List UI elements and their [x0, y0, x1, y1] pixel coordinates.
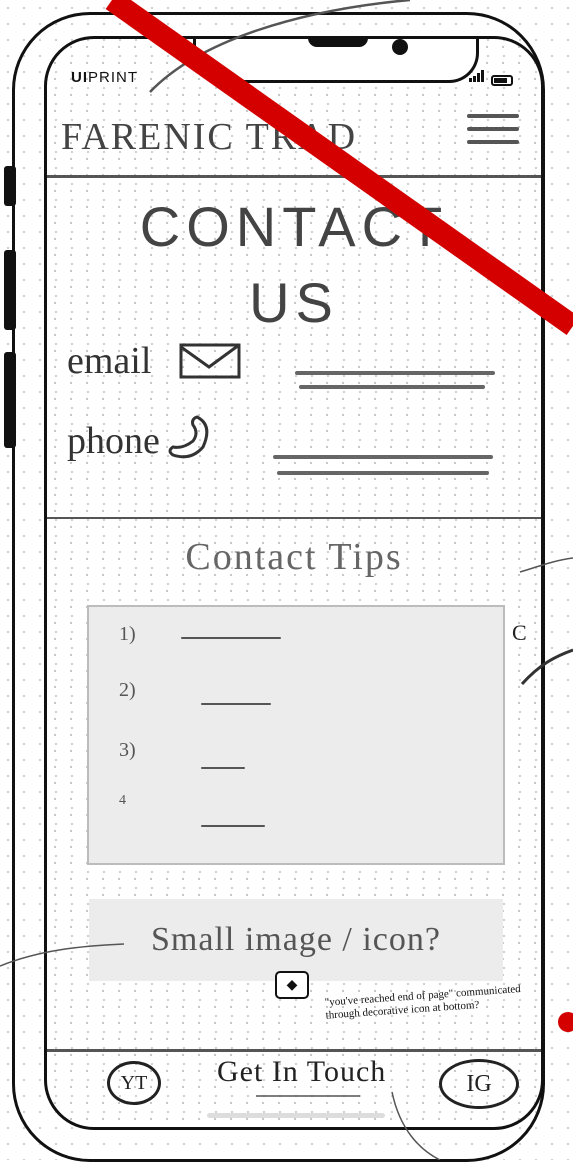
battery-icon — [491, 75, 513, 86]
brand-logo: UIPRINT — [71, 69, 138, 86]
tips-title: Contact Tips — [185, 536, 403, 578]
side-button-volume-down — [4, 352, 16, 448]
tips-list: 1) 2) 3) 4 — [87, 605, 505, 865]
small-image-placeholder: Small image / icon? — [89, 899, 503, 981]
email-label: email — [67, 340, 152, 382]
section-divider — [47, 517, 541, 519]
phone-icon — [168, 415, 209, 459]
hamburger-menu-icon[interactable] — [467, 105, 519, 161]
home-indicator — [207, 1113, 385, 1118]
tip-number: 1) — [119, 623, 136, 645]
tip-text-placeholder — [201, 767, 245, 769]
tip-text-placeholder — [201, 825, 265, 827]
phone-label: phone — [67, 420, 160, 462]
get-in-touch-link[interactable]: Get In Touch — [217, 1055, 386, 1089]
diamond-icon: ◆ — [275, 971, 309, 999]
signal-icon — [469, 67, 485, 86]
tip-number: 2) — [119, 679, 136, 701]
camera-icon — [392, 39, 408, 55]
margin-annotation-letter: C — [512, 620, 527, 645]
tip-text-placeholder — [201, 703, 271, 705]
tip-number: 3) — [119, 739, 136, 761]
side-button-mute — [4, 166, 16, 206]
phone-value-underline — [277, 471, 489, 475]
phone-screen: UIPRINT FARENIC TRAD CONTACT US email ph… — [44, 36, 544, 1130]
speaker-icon — [308, 39, 368, 47]
page-title: FARENIC TRAD — [61, 116, 358, 158]
email-value-underline — [299, 385, 485, 389]
envelope-icon — [179, 343, 241, 379]
tip-number: 4 — [119, 793, 126, 808]
side-button-volume-up — [4, 250, 16, 330]
email-value-line[interactable] — [295, 371, 495, 375]
youtube-icon[interactable]: YT — [107, 1061, 161, 1105]
notch — [193, 39, 479, 83]
contact-heading: CONTACT US — [139, 195, 449, 334]
footer-divider — [47, 1049, 541, 1052]
instagram-icon[interactable]: IG — [439, 1059, 519, 1109]
header-divider — [47, 175, 541, 178]
tip-text-placeholder — [181, 637, 281, 639]
status-bar — [469, 67, 513, 86]
phone-value-line[interactable] — [273, 455, 493, 459]
